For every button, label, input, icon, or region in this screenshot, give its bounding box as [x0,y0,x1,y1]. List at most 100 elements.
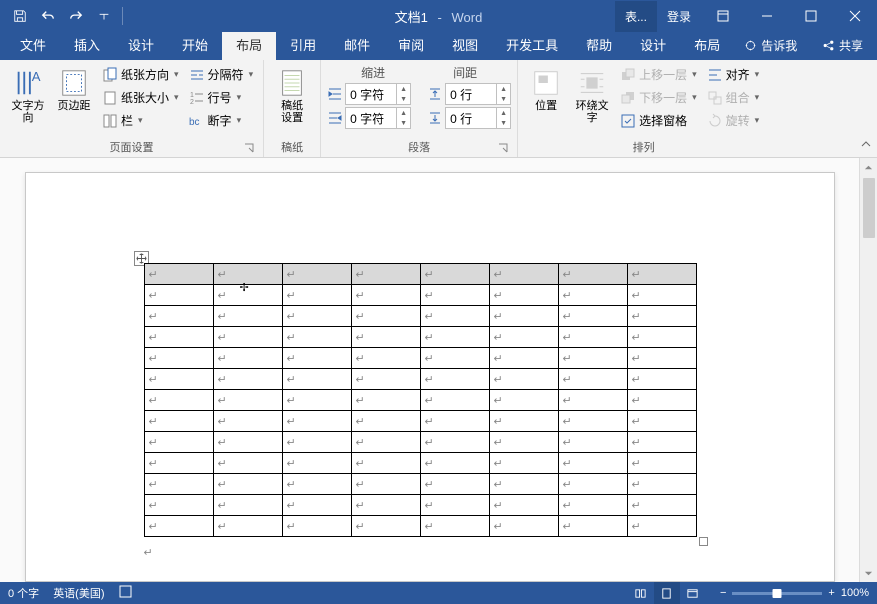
table-cell[interactable]: ↵ [213,327,282,348]
table-cell[interactable]: ↵ [558,348,627,369]
table-cell[interactable]: ↵ [213,348,282,369]
table-row[interactable]: ↵↵↵↵↵↵↵↵ [144,432,696,453]
table-cell[interactable]: ↵ [213,432,282,453]
table-cell[interactable]: ↵ [558,285,627,306]
language-label[interactable]: 英语(美国) [53,585,104,601]
table-cell[interactable]: ↵ [489,390,558,411]
table-cell[interactable]: ↵ [282,264,351,285]
table-cell[interactable]: ↵ [351,516,420,537]
table-cell[interactable]: ↵ [627,432,696,453]
tab-review[interactable]: 审阅 [384,29,438,60]
table-cell[interactable]: ↵ [489,369,558,390]
table-cell[interactable]: ↵ [351,264,420,285]
tab-table-layout[interactable]: 布局 [680,29,734,60]
table-cell[interactable]: ↵ [282,516,351,537]
table-cell[interactable]: ↵ [627,411,696,432]
table-cell[interactable]: ↵ [558,369,627,390]
table-cell[interactable]: ↵ [213,474,282,495]
table-cell[interactable]: ↵ [144,306,213,327]
table-cell[interactable]: ↵ [489,306,558,327]
spacing-after-spinner[interactable]: ▲▼ [445,107,511,129]
table-cell[interactable]: ↵ [420,495,489,516]
columns-button[interactable]: 栏▾ [98,110,183,131]
table-row[interactable]: ↵↵↵↵↵↵↵↵ [144,516,696,537]
save-button[interactable] [6,2,34,30]
table-cell[interactable]: ↵ [144,348,213,369]
spin-down[interactable]: ▼ [497,94,510,104]
table-cell[interactable]: ↵ [627,285,696,306]
maximize-button[interactable] [789,0,833,32]
table-row[interactable]: ↵↵↵↵↵↵↵↵ [144,411,696,432]
spin-down[interactable]: ▼ [497,118,510,128]
table-cell[interactable]: ↵ [144,327,213,348]
table-cell[interactable]: ↵ [282,411,351,432]
read-mode-button[interactable] [628,582,654,604]
paper-settings-button[interactable]: 稿纸 设置 [270,64,314,137]
table-cell[interactable]: ↵ [489,264,558,285]
tab-references[interactable]: 引用 [276,29,330,60]
close-button[interactable] [833,0,877,32]
table-cell[interactable]: ↵ [420,516,489,537]
table-cell[interactable]: ↵ [144,474,213,495]
table-cell[interactable]: ↵ [420,369,489,390]
tab-view[interactable]: 视图 [438,29,492,60]
tab-help[interactable]: 帮助 [572,29,626,60]
table-cell[interactable]: ↵ [420,327,489,348]
table-cell[interactable]: ↵ [627,516,696,537]
tell-me[interactable]: 告诉我 [734,31,807,60]
scroll-up-button[interactable] [860,158,877,176]
tab-home[interactable]: 开始 [168,29,222,60]
position-button[interactable]: 位置 [524,64,568,137]
table-cell[interactable]: ↵ [558,495,627,516]
spin-down[interactable]: ▼ [397,118,410,128]
table-cell[interactable]: ↵ [420,264,489,285]
web-layout-button[interactable] [680,582,706,604]
table-cell[interactable]: ↵ [351,453,420,474]
tab-insert[interactable]: 插入 [60,29,114,60]
hyphenation-button[interactable]: bc断字▾ [185,110,258,131]
table-cell[interactable]: ↵ [282,390,351,411]
table-row[interactable]: ↵↵↵↵↵↵↵↵ [144,390,696,411]
table-cell[interactable]: ↵ [558,264,627,285]
send-backward-button[interactable]: 下移一层▾ [616,87,701,108]
table-cell[interactable]: ↵ [489,327,558,348]
table-cell[interactable]: ↵ [282,306,351,327]
table-cell[interactable]: ↵ [558,390,627,411]
zoom-level[interactable]: 100% [841,587,869,599]
rotate-button[interactable]: 旋转▾ [703,110,764,131]
table-cell[interactable]: ↵ [558,516,627,537]
table-cell[interactable]: ↵ [420,453,489,474]
table-cell[interactable]: ↵ [213,516,282,537]
table-cell[interactable]: ↵ [489,432,558,453]
spin-up[interactable]: ▲ [397,108,410,118]
table-row[interactable]: ↵↵↵↵↵↵↵↵ [144,348,696,369]
word-count[interactable]: 0 个字 [8,585,39,601]
table-cell[interactable]: ↵ [558,432,627,453]
table-row[interactable]: ↵↵↵↵↵↵↵↵ [144,453,696,474]
table-cell[interactable]: ↵ [351,411,420,432]
orientation-button[interactable]: 纸张方向▾ [98,64,183,85]
zoom-in-button[interactable]: + [828,587,834,599]
table-cell[interactable]: ↵ [282,327,351,348]
table-cell[interactable]: ↵ [351,285,420,306]
document-page[interactable]: ↵↵↵↵↵↵↵↵↵↵↵↵↵↵↵↵↵↵↵↵↵↵↵↵↵↵↵↵↵↵↵↵↵↵↵↵↵↵↵↵… [25,172,835,582]
breaks-button[interactable]: 分隔符▾ [185,64,258,85]
group-objects-button[interactable]: 组合▾ [703,87,764,108]
table-cell[interactable]: ↵ [558,474,627,495]
table-cell[interactable]: ↵ [558,411,627,432]
table-row[interactable]: ↵↵↵↵↵↵↵↵ [144,495,696,516]
scroll-down-button[interactable] [860,564,877,582]
table-cell[interactable]: ↵ [213,390,282,411]
spacing-before-spinner[interactable]: ▲▼ [445,83,511,105]
undo-button[interactable] [34,2,62,30]
table-cell[interactable]: ↵ [420,348,489,369]
table-cell[interactable]: ↵ [420,474,489,495]
table-cell[interactable]: ↵ [282,453,351,474]
table-cell[interactable]: ↵ [351,348,420,369]
tab-file[interactable]: 文件 [6,29,60,60]
table-row[interactable]: ↵↵↵↵↵↵↵↵ [144,306,696,327]
indent-right-input[interactable] [346,111,396,125]
table-resize-handle[interactable] [699,537,708,546]
spacing-after-input[interactable] [446,111,496,125]
table-cell[interactable]: ↵ [489,474,558,495]
